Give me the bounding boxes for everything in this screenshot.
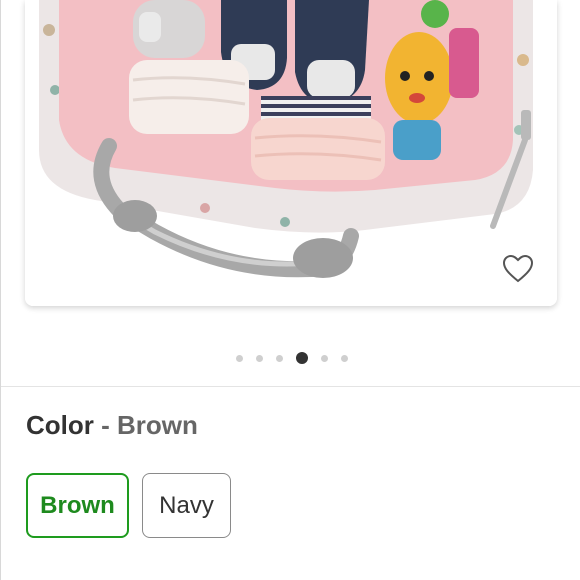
color-separator: - [101,410,110,440]
product-image-card[interactable] [25,0,557,306]
favorite-button[interactable] [501,252,535,286]
carousel-dot[interactable] [340,354,348,362]
color-heading: Color - Brown [26,410,198,441]
color-option-brown[interactable]: Brown [26,473,129,538]
carousel-dot-active[interactable] [295,352,308,364]
selected-color-value: Brown [117,410,198,440]
product-detail-page: Color - Brown Brown Navy [0,0,580,580]
image-carousel-dots [1,350,580,366]
section-divider [1,386,580,387]
carousel-dot[interactable] [235,354,243,362]
carousel-dot[interactable] [275,354,283,362]
color-options: Brown Navy [26,473,231,538]
heart-outline-icon [502,254,534,283]
carousel-dot[interactable] [320,354,328,362]
color-label: Color [26,410,94,440]
carousel-dot[interactable] [255,354,263,362]
color-option-navy[interactable]: Navy [142,473,231,538]
product-photo [25,0,557,306]
